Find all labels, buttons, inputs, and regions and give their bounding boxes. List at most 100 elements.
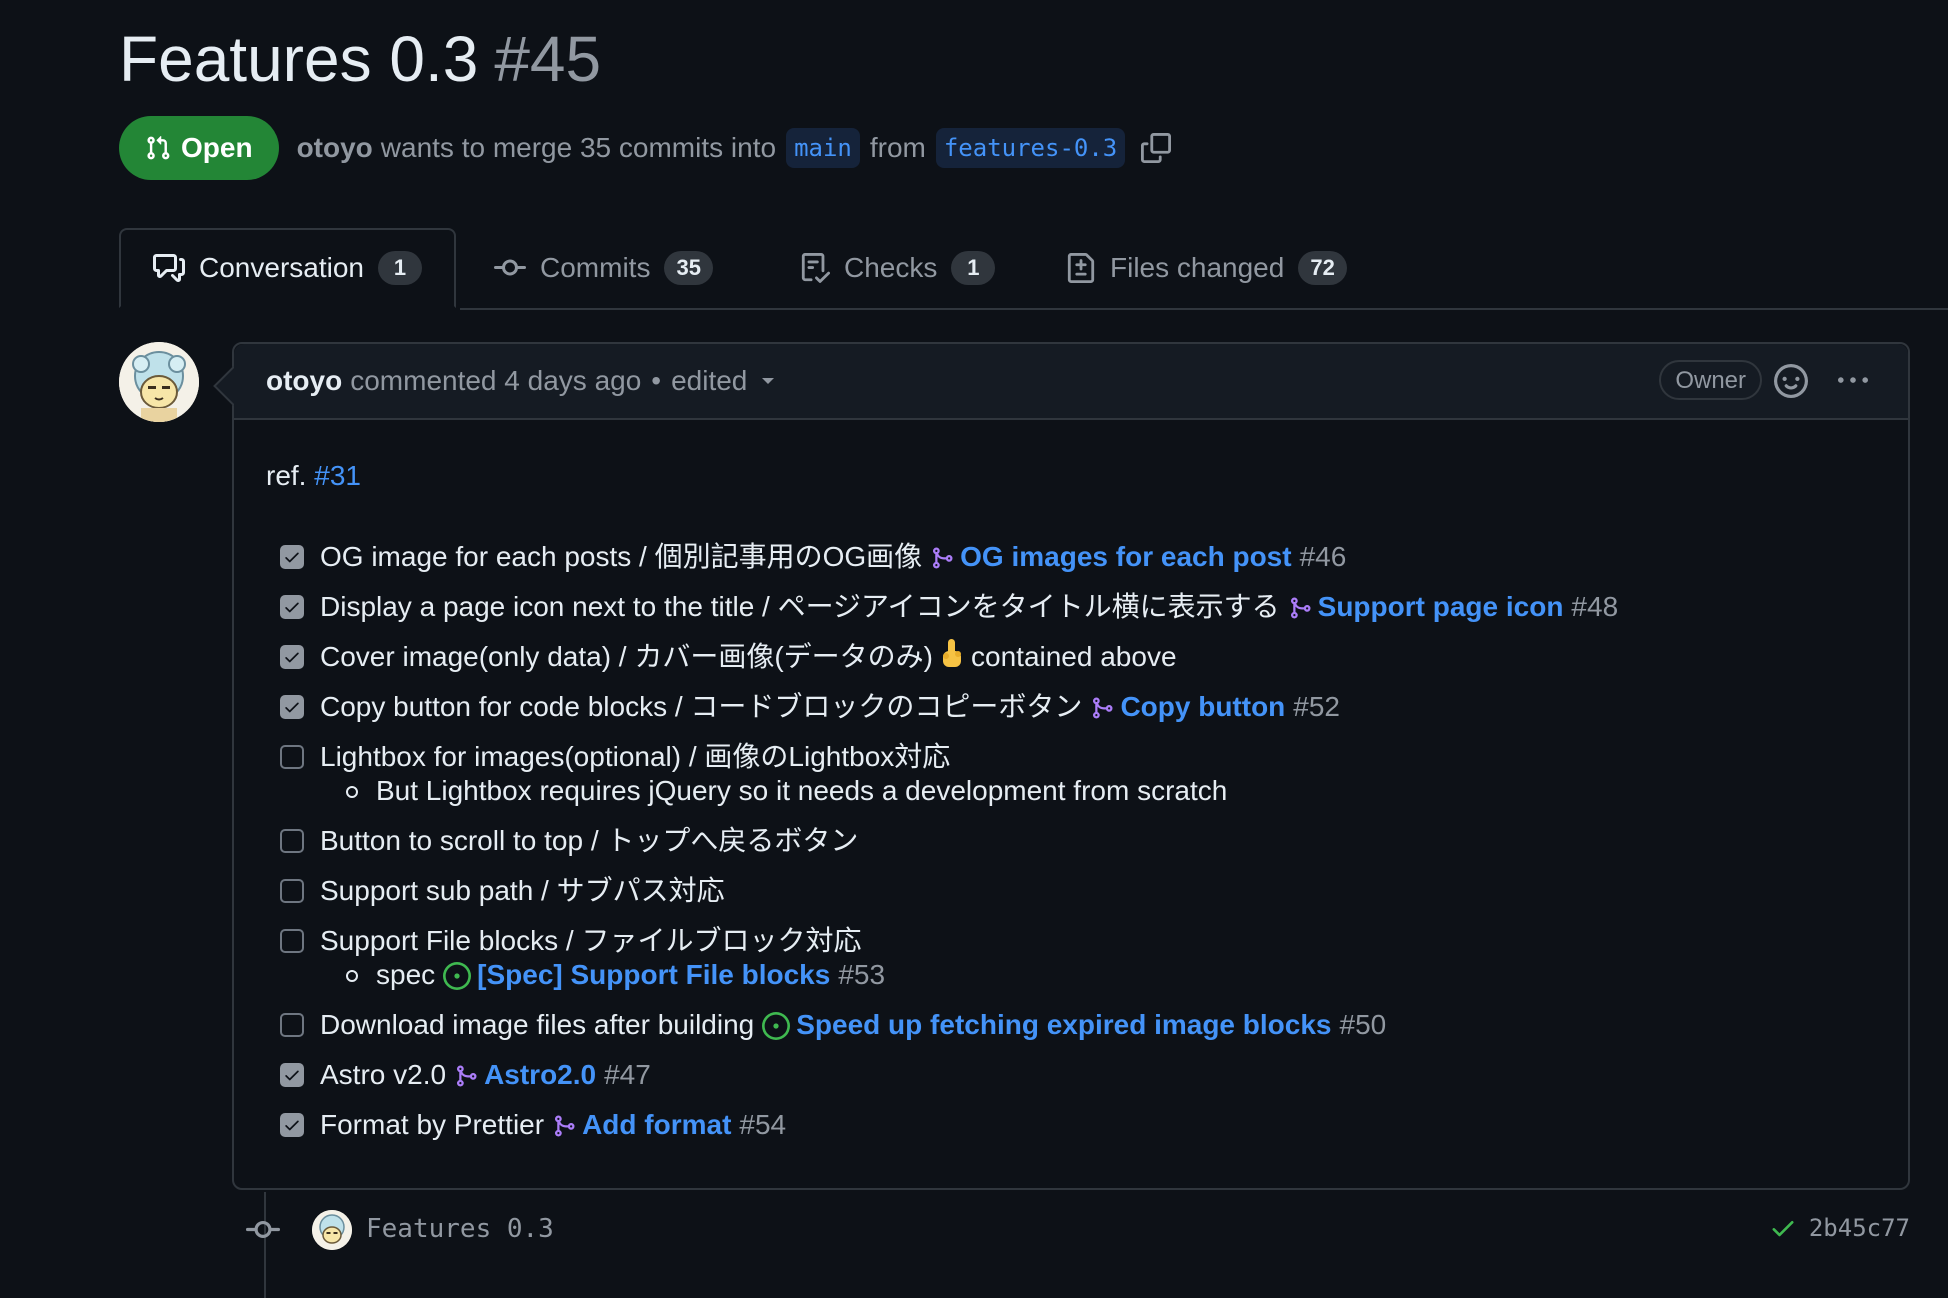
comment-box: otoyo commented 4 days ago • edited Owne… xyxy=(232,342,1910,1190)
task-text: Button to scroll to top / トップへ戻るボタン xyxy=(320,825,859,856)
task-item: OG image for each posts / 個別記事用のOG画像 OG i… xyxy=(266,532,1876,582)
issue-link[interactable]: Speed up fetching expired image blocks xyxy=(796,1009,1331,1040)
ref-issue-link[interactable]: #31 xyxy=(314,460,361,491)
task-text: Cover image(only data) / カバー画像(データのみ) xyxy=(320,641,934,672)
git-merge-icon xyxy=(1093,697,1113,719)
pr-number: #45 xyxy=(494,23,602,95)
task-text: Support File blocks / ファイルブロック対応 xyxy=(320,925,862,956)
commit-sha[interactable]: 2b45c77 xyxy=(1809,1214,1910,1242)
author-avatar[interactable] xyxy=(119,342,199,422)
git-merge-icon xyxy=(457,1065,477,1087)
pr-number: #54 xyxy=(739,1109,787,1140)
tab-files-changed-label: Files changed xyxy=(1110,252,1285,283)
tab-conversation-label: Conversation xyxy=(199,252,364,283)
task-text: OG image for each posts / 個別記事用のOG画像 xyxy=(320,541,923,572)
owner-badge: Owner xyxy=(1659,360,1762,400)
checklist-icon xyxy=(801,253,830,283)
git-commit-icon xyxy=(246,1220,280,1238)
pr-tabs: Conversation 1 Commits 35 Checks 1 Files… xyxy=(0,228,1948,310)
issue-link[interactable]: [Spec] Support File blocks xyxy=(477,959,830,990)
commit-author-avatar[interactable] xyxy=(312,1210,352,1250)
comment-separator: • xyxy=(651,365,662,396)
copy-icon[interactable] xyxy=(1141,133,1172,163)
pr-author-link[interactable]: otoyo xyxy=(297,132,373,164)
pr-link[interactable]: Add format xyxy=(582,1109,731,1140)
pr-number: #48 xyxy=(1571,591,1619,622)
task-item: Display a page icon next to the title / … xyxy=(266,582,1876,632)
tab-files-changed-count: 72 xyxy=(1298,251,1347,285)
task-checkbox-unchecked[interactable] xyxy=(280,829,304,853)
task-checkbox-checked[interactable] xyxy=(280,545,304,569)
chevron-down-icon[interactable] xyxy=(761,376,775,386)
task-text: Lightbox for images(optional) / 画像のLight… xyxy=(320,741,951,772)
git-pull-request-icon xyxy=(147,135,170,160)
from-text: from xyxy=(869,132,926,163)
task-checkbox-checked[interactable] xyxy=(280,645,304,669)
pr-link[interactable]: Support page icon xyxy=(1318,591,1564,622)
pr-meta: Open otoyo wants to merge 35 commits int… xyxy=(119,116,1172,180)
issue-opened-icon xyxy=(443,962,472,990)
tab-checks[interactable]: Checks 1 xyxy=(800,228,996,308)
issue-number: #53 xyxy=(838,959,886,990)
subitem-text: spec xyxy=(376,959,436,990)
git-merge-icon xyxy=(933,547,953,569)
kebab-horizontal-icon[interactable] xyxy=(1836,366,1870,403)
commit-sha-area: 2b45c77 xyxy=(1769,1214,1910,1242)
task-text: Copy button for code blocks / コードブロックのコピ… xyxy=(320,691,1083,722)
tab-checks-count: 1 xyxy=(951,251,996,285)
tab-checks-label: Checks xyxy=(844,252,938,283)
git-commit-icon xyxy=(494,259,526,276)
tab-files-changed[interactable]: Files changed 72 xyxy=(1066,228,1347,308)
bullet-circle xyxy=(346,970,358,982)
task-subitem: But Lightbox requires jQuery so it needs… xyxy=(266,774,1876,808)
commit-row: Features 0.3 2b45c77 xyxy=(246,1208,1910,1252)
task-checkbox-unchecked[interactable] xyxy=(280,745,304,769)
task-subitem: spec [Spec] Support File blocks #53 xyxy=(266,958,1876,992)
task-checkbox-checked[interactable] xyxy=(280,595,304,619)
base-branch[interactable]: main xyxy=(786,128,860,168)
pr-state-label: Open xyxy=(181,132,253,163)
git-merge-icon xyxy=(555,1115,575,1137)
tab-conversation[interactable]: Conversation 1 xyxy=(119,228,456,308)
task-item: Support sub path / サブパス対応 xyxy=(266,866,1876,916)
task-checkbox-unchecked[interactable] xyxy=(280,879,304,903)
issue-opened-icon xyxy=(762,1012,791,1040)
tab-commits-count: 35 xyxy=(664,251,713,285)
check-icon[interactable] xyxy=(1769,1214,1797,1242)
pr-number: #47 xyxy=(604,1059,651,1090)
comment-body: ref. #31 OG image for each posts / 個別記事用… xyxy=(234,420,1908,1150)
task-checkbox-checked[interactable] xyxy=(280,1113,304,1137)
task-text: Astro v2.0 xyxy=(320,1059,447,1090)
task-checkbox-checked[interactable] xyxy=(280,695,304,719)
pr-title: Features 0.3 #45 xyxy=(119,22,601,96)
task-text: Download image files after building xyxy=(320,1009,755,1040)
task-item: Download image files after building Speed… xyxy=(266,1000,1876,1050)
comment-discussion-icon xyxy=(153,254,185,282)
tab-commits-label: Commits xyxy=(540,252,651,283)
commit-message[interactable]: Features 0.3 xyxy=(366,1214,554,1244)
tabs-divider xyxy=(460,308,1948,310)
pr-link[interactable]: OG images for each post xyxy=(960,541,1291,572)
comment-author[interactable]: otoyo xyxy=(266,365,342,397)
issue-number: #50 xyxy=(1339,1009,1387,1040)
task-item: Copy button for code blocks / コードブロックのコピ… xyxy=(266,682,1876,732)
merge-text: wants to merge 35 commits into xyxy=(380,132,777,163)
pointing-up-icon xyxy=(943,639,962,667)
pr-title-text: Features 0.3 xyxy=(119,23,479,95)
pr-number: #46 xyxy=(1299,541,1347,572)
task-checkbox-unchecked[interactable] xyxy=(280,929,304,953)
task-item: Format by Prettier Add format #54 xyxy=(266,1100,1876,1150)
comment-action[interactable]: commented 4 days ago xyxy=(350,365,641,397)
pr-link[interactable]: Copy button xyxy=(1120,691,1285,722)
task-text: Support sub path / サブパス対応 xyxy=(320,875,725,906)
smiley-icon[interactable] xyxy=(1774,364,1808,405)
task-checkbox-checked[interactable] xyxy=(280,1063,304,1087)
comment-edited[interactable]: edited xyxy=(671,365,747,397)
task-checkbox-unchecked[interactable] xyxy=(280,1013,304,1037)
head-branch[interactable]: features-0.3 xyxy=(935,128,1126,168)
pr-link[interactable]: Astro2.0 xyxy=(484,1059,596,1090)
subitem-text: But Lightbox requires jQuery so it needs… xyxy=(376,775,1228,806)
tab-commits[interactable]: Commits 35 xyxy=(494,228,713,308)
tab-conversation-count: 1 xyxy=(377,251,422,285)
ref-line: ref. #31 xyxy=(266,456,1876,496)
